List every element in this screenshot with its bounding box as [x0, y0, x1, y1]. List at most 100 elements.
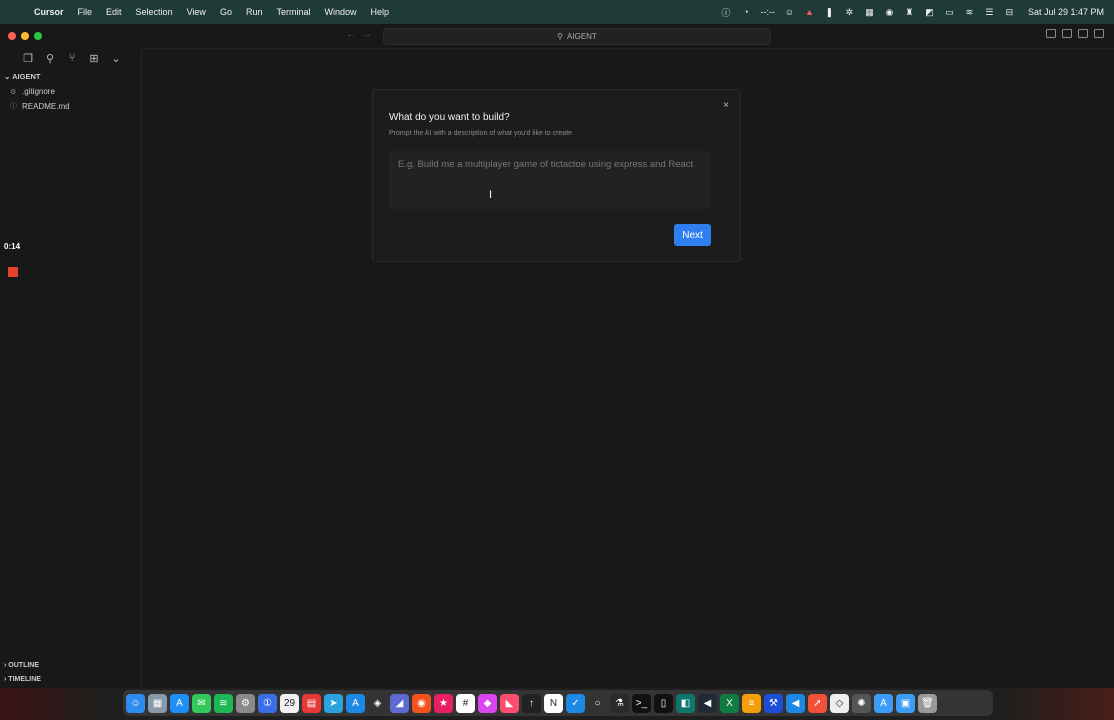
search-icon: ⚲ — [557, 32, 564, 41]
search-icon[interactable]: ⚲ — [44, 52, 56, 65]
dock-shortcuts-icon[interactable]: ◆ — [478, 693, 497, 713]
dock-arc-icon[interactable]: ↑ — [522, 693, 541, 713]
minimize-window-button[interactable] — [21, 32, 29, 40]
cast-icon[interactable]: ◩ — [924, 7, 935, 18]
close-icon[interactable]: × — [723, 100, 729, 111]
dock-spotify-icon[interactable]: ≋ — [214, 693, 233, 713]
info-icon[interactable]: ⓘ — [720, 7, 731, 18]
dock-vscode-insiders-icon[interactable]: ◀ — [698, 693, 717, 713]
control-center-icon[interactable]: ☰ — [984, 7, 995, 18]
chat-icon[interactable]: ◉ — [884, 7, 895, 18]
menu-go[interactable]: Go — [220, 7, 232, 17]
file-item[interactable]: ⓘ README.md — [10, 101, 70, 111]
activity-bar: ❐ ⚲ ⑂ ⊞ ⌄ — [0, 48, 142, 68]
menu-view[interactable]: View — [187, 7, 206, 17]
menu-app-name[interactable]: Cursor — [34, 7, 64, 17]
dock-vscode-icon[interactable]: ◀ — [786, 693, 805, 713]
dock-sublime-icon[interactable]: ≡ — [742, 693, 761, 713]
files-icon[interactable]: ❐ — [22, 52, 34, 65]
customize-layout-icon[interactable] — [1094, 29, 1104, 38]
dock-calendar-icon[interactable]: 29 — [280, 693, 299, 713]
stop-recording-button[interactable] — [8, 267, 18, 277]
bot-icon[interactable]: ☺ — [784, 7, 795, 18]
dock-notion-icon[interactable]: N — [544, 693, 563, 713]
toggle-sidebar-icon[interactable] — [1046, 29, 1056, 38]
dock-raycast-icon[interactable]: ◣ — [500, 693, 519, 713]
dock-reeder-icon[interactable]: ◉ — [412, 693, 431, 713]
dialog-title: What do you want to build? — [389, 112, 510, 123]
dock-excel-icon[interactable]: X — [720, 693, 739, 713]
info-file-icon: ⓘ — [10, 103, 17, 110]
extensions-icon[interactable]: ⊞ — [88, 52, 100, 65]
dock-unity-icon[interactable]: ◇ — [830, 693, 849, 713]
dock-swift-icon[interactable]: ➚ — [808, 693, 827, 713]
dock-app-store-icon[interactable]: A — [170, 693, 189, 713]
close-window-button[interactable] — [8, 32, 16, 40]
lock-icon[interactable]: ♜ — [904, 7, 915, 18]
menu-bar: Cursor File Edit Selection View Go Run T… — [0, 0, 1114, 24]
menu-selection[interactable]: Selection — [136, 7, 173, 17]
dock-fantastical-icon[interactable]: ▤ — [302, 693, 321, 713]
menu-file[interactable]: File — [78, 7, 93, 17]
toggle-panel-icon[interactable] — [1062, 29, 1072, 38]
dock-testflight-icon[interactable]: A — [346, 693, 365, 713]
gear-file-icon: ⚙ — [10, 88, 17, 96]
zoom-window-button[interactable] — [34, 32, 42, 40]
dock: ☺ ▦ A ✉ ≋ ⚙ ① 29 ▤ ➤ A ◈ ◢ ◉ ★ # ◆ ◣ ↑ N ✓ ○ ⚗ >_ ▯ ◧ ◀ X ≡ ⚒ ◀ ➚ ◇ ✺ A ▣ 🗑 — [123, 690, 993, 716]
dock-downloads-folder-icon[interactable]: ▣ — [896, 693, 915, 713]
toggle-secondary-sidebar-icon[interactable] — [1078, 29, 1088, 38]
next-button[interactable]: Next — [674, 224, 711, 246]
prompt-input[interactable] — [389, 151, 711, 209]
dock-applications-folder-icon[interactable]: A — [874, 693, 893, 713]
dock-linear-icon[interactable]: ◢ — [390, 693, 409, 713]
battery-app-icon[interactable]: ◔ — [740, 7, 751, 18]
chevron-right-icon: › — [4, 676, 7, 683]
toggle-icon[interactable]: ⊟ — [1004, 7, 1015, 18]
dock-system-settings-icon[interactable]: ⚙ — [236, 693, 255, 713]
grid-icon[interactable]: ▦ — [864, 7, 875, 18]
clock[interactable]: Sat Jul 29 1:47 PM — [1028, 7, 1104, 17]
menu-terminal[interactable]: Terminal — [276, 7, 310, 17]
outline-section[interactable]: › OUTLINE — [4, 662, 39, 669]
status-tray: ⓘ ◔ --:-- ☺ ▲ ❚ ✲ ▦ ◉ ♜ ◩ ▭ ≋ ☰ ⊟ Sat Ju… — [720, 0, 1104, 24]
nav-arrows[interactable]: ←→ — [346, 29, 378, 40]
source-control-icon[interactable]: ⑂ — [66, 52, 78, 64]
menu-edit[interactable]: Edit — [106, 7, 122, 17]
timeline-section[interactable]: › TIMELINE — [4, 676, 41, 683]
alert-icon[interactable]: ▲ — [804, 7, 815, 18]
gear-icon[interactable]: ✲ — [844, 7, 855, 18]
dock-slack-icon[interactable]: # — [456, 693, 475, 713]
dock-trash-icon[interactable]: 🗑 — [918, 693, 937, 713]
chevron-down-icon: ⌄ — [4, 72, 11, 81]
dock-messages-icon[interactable]: ✉ — [192, 693, 211, 713]
battery-icon[interactable]: ▭ — [944, 7, 955, 18]
dock-things-icon[interactable]: ✓ — [566, 693, 585, 713]
menu-help[interactable]: Help — [371, 7, 390, 17]
dock-layers-icon[interactable]: ◈ — [368, 693, 387, 713]
menu-run[interactable]: Run — [246, 7, 263, 17]
dock-terminal-icon[interactable]: >_ — [632, 693, 651, 713]
menu-window[interactable]: Window — [324, 7, 356, 17]
file-item[interactable]: ⚙ .gitignore — [10, 87, 55, 96]
chevron-down-icon[interactable]: ⌄ — [110, 52, 122, 65]
chevron-right-icon: › — [4, 662, 7, 669]
pin-icon[interactable]: ❚ — [824, 7, 835, 18]
command-center[interactable]: ⚲ AIGENT — [383, 28, 771, 45]
dock-1password-icon[interactable]: ① — [258, 693, 277, 713]
dock-launchpad-icon[interactable]: ▦ — [148, 693, 167, 713]
dock-chatgpt-icon[interactable]: ○ — [588, 693, 607, 713]
dock-craft-icon[interactable]: ★ — [434, 693, 453, 713]
build-prompt-dialog: What do you want to build? Prompt the AI… — [372, 89, 741, 262]
text-cursor-icon: I — [489, 189, 493, 201]
explorer-section-title[interactable]: ⌄ AIGENT — [4, 72, 40, 81]
dock-xcode-icon[interactable]: ⚒ — [764, 693, 783, 713]
dock-cursor-icon[interactable]: ▯ — [654, 693, 673, 713]
dock-telegram-icon[interactable]: ➤ — [324, 693, 343, 713]
dock-finder-icon[interactable]: ☺ — [126, 693, 145, 713]
dock-lab-icon[interactable]: ⚗ — [610, 693, 629, 713]
dock-chatgpt-alt-icon[interactable]: ✺ — [852, 693, 871, 713]
recording-timer: 0:14 — [4, 242, 21, 251]
layout-controls — [1046, 29, 1104, 38]
dock-copilot-icon[interactable]: ◧ — [676, 693, 695, 713]
wifi-icon[interactable]: ≋ — [964, 7, 975, 18]
